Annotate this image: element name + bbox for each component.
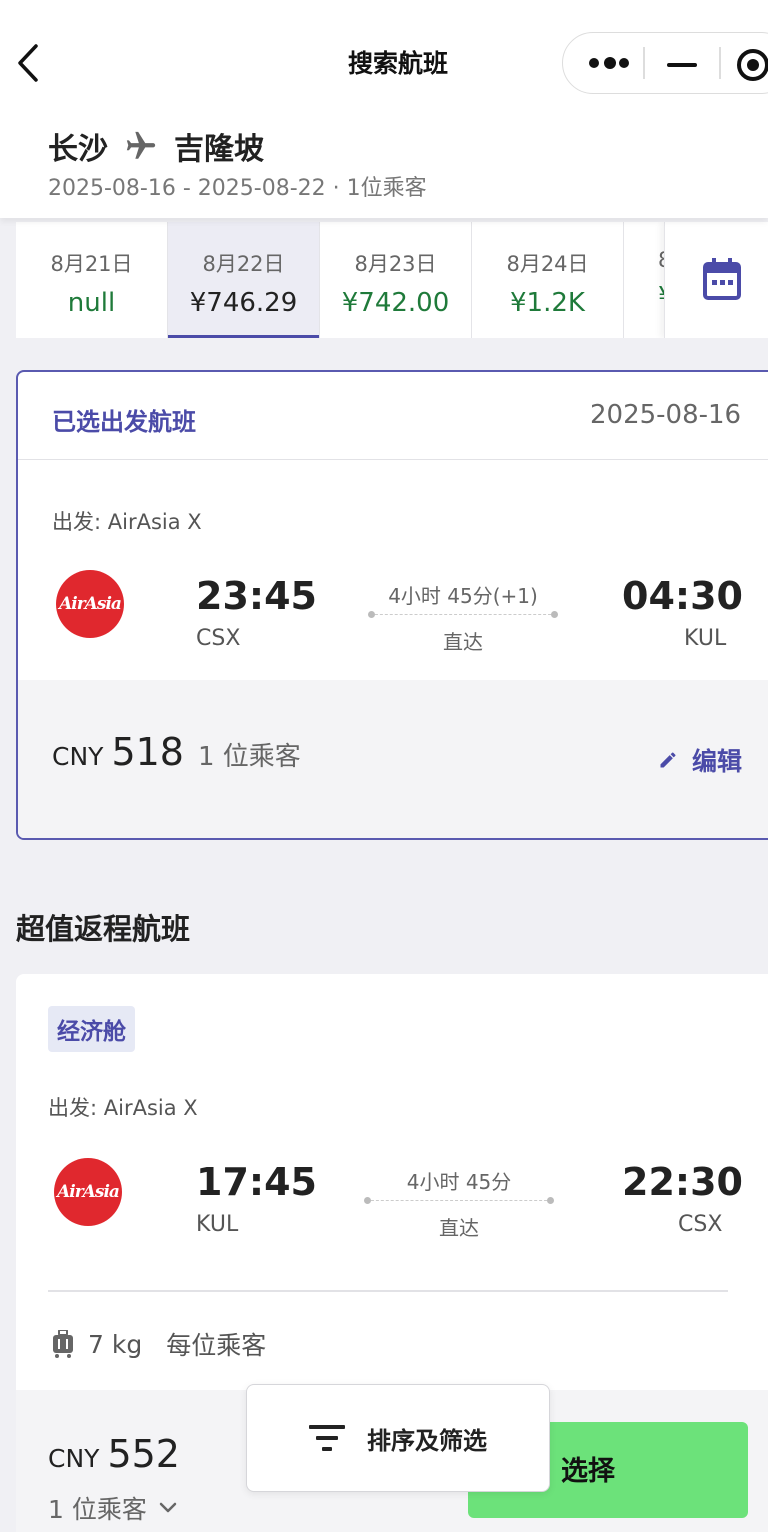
- edit-button[interactable]: 编辑: [658, 742, 742, 778]
- baggage-info: 7 kg 每位乘客: [52, 1326, 266, 1362]
- airplane-icon: [126, 131, 156, 159]
- more-menu-button[interactable]: [589, 53, 629, 73]
- date-option[interactable]: 8月21日 null: [16, 222, 168, 338]
- origin-city: 长沙: [48, 132, 108, 167]
- flight-details: 出发: AirAsia X AirAsia 23:45 CSX 4小时 45分(…: [18, 460, 768, 680]
- stops-label: 直达: [443, 630, 483, 654]
- airline-label: 出发: AirAsia X: [48, 1096, 198, 1120]
- arrive-time: 04:30: [622, 574, 743, 618]
- depart-time: 23:45: [196, 574, 317, 618]
- selected-price-bar: CNY 518 1 位乘客 编辑: [18, 680, 768, 838]
- stops-label: 直达: [439, 1216, 479, 1240]
- selected-price: CNY 518 1 位乘客: [52, 730, 301, 774]
- airasia-logo: AirAsia: [56, 570, 124, 638]
- minimize-button[interactable]: [667, 63, 697, 67]
- header: 搜索航班 长沙 吉隆坡 2025-08-16 - 2025-08-22 · 1位…: [0, 0, 768, 218]
- selected-heading: 已选出发航班: [52, 408, 196, 436]
- more-dots-icon: [589, 58, 599, 68]
- calendar-icon: [703, 258, 741, 300]
- depart-code: KUL: [196, 1212, 239, 1237]
- selected-outbound-card: 已选出发航班 2025-08-16 出发: AirAsia X AirAsia …: [16, 370, 768, 840]
- arrive-code: CSX: [678, 1212, 723, 1237]
- miniprogram-capsule: [562, 32, 768, 94]
- depart-time: 17:45: [196, 1160, 317, 1204]
- sort-filter-button[interactable]: 排序及筛选: [246, 1384, 550, 1492]
- return-section-title: 超值返程航班: [16, 912, 191, 946]
- filter-icon: [309, 1425, 345, 1451]
- airline-label: 出发: AirAsia X: [52, 510, 202, 534]
- date-option[interactable]: 8月23日 ¥742.00: [320, 222, 472, 338]
- airasia-logo: AirAsia: [54, 1158, 122, 1226]
- chevron-down-icon: [159, 1502, 177, 1513]
- pencil-icon: [660, 752, 676, 768]
- flight-duration: 4小时 45分(+1): [388, 584, 538, 608]
- route-title: 长沙 吉隆坡: [48, 124, 264, 168]
- depart-code: CSX: [196, 626, 241, 651]
- cabin-badge: 经济舱: [48, 1006, 135, 1052]
- trip-summary: 2025-08-16 - 2025-08-22 · 1位乘客: [48, 176, 427, 201]
- date-option[interactable]: 8月24日 ¥1.2K: [472, 222, 624, 338]
- date-selector: 8月21日 null 8月22日 ¥746.29 8月23日 ¥742.00 8…: [16, 222, 768, 338]
- flight-duration: 4小时 45分: [406, 1170, 512, 1194]
- card-divider: [48, 1290, 728, 1292]
- calendar-button[interactable]: [664, 222, 768, 338]
- duration-line: [364, 1196, 554, 1204]
- duration-line: [368, 610, 558, 618]
- luggage-icon: [53, 1330, 73, 1358]
- passenger-dropdown[interactable]: 1 位乘客: [48, 1490, 177, 1526]
- selected-date: 2025-08-16: [590, 400, 742, 430]
- selected-card-header: 已选出发航班 2025-08-16: [18, 372, 768, 460]
- date-option-selected[interactable]: 8月22日 ¥746.29: [168, 222, 320, 338]
- close-miniprogram-button[interactable]: [737, 49, 768, 81]
- return-price: CNY 552: [48, 1432, 180, 1476]
- arrive-time: 22:30: [622, 1160, 743, 1204]
- destination-city: 吉隆坡: [174, 132, 264, 167]
- arrive-code: KUL: [684, 626, 727, 651]
- date-option[interactable]: 8 ¥8: [624, 222, 668, 338]
